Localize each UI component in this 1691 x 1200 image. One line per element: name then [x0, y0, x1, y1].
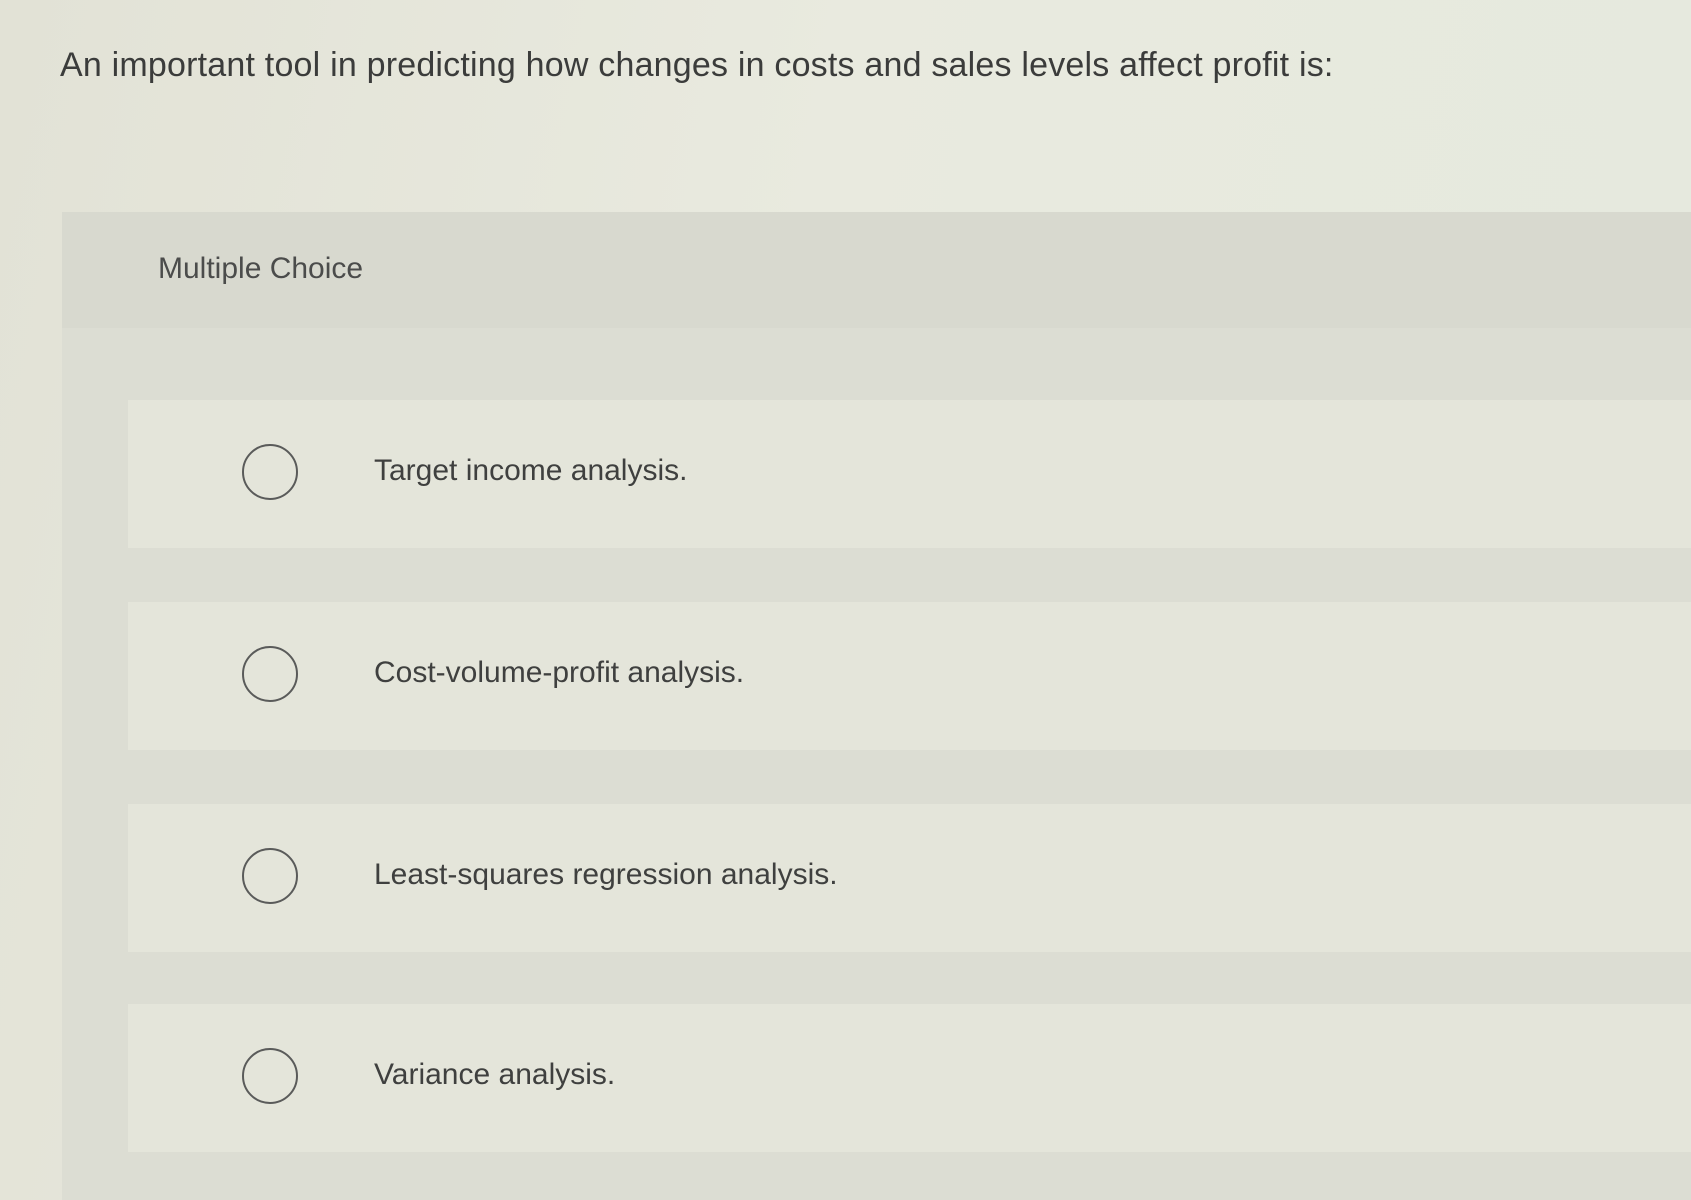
- radio-button-icon[interactable]: [242, 444, 298, 500]
- radio-button-icon[interactable]: [242, 1048, 298, 1104]
- multiple-choice-panel: Multiple Choice Target income analysis. …: [62, 212, 1691, 1200]
- choice-option-label: Least-squares regression analysis.: [374, 858, 838, 891]
- choice-option-label: Cost-volume-profit analysis.: [374, 656, 745, 689]
- choice-option-label: Variance analysis.: [374, 1058, 616, 1091]
- multiple-choice-header: Multiple Choice: [62, 212, 1691, 328]
- radio-button-icon[interactable]: [242, 848, 298, 904]
- radio-button-icon[interactable]: [242, 646, 298, 702]
- question-text: An important tool in predicting how chan…: [60, 46, 1334, 84]
- choice-option-label: Target income analysis.: [374, 454, 688, 487]
- choice-option-3[interactable]: Least-squares regression analysis.: [128, 804, 1691, 952]
- choice-option-2[interactable]: Cost-volume-profit analysis.: [128, 602, 1691, 750]
- quiz-page: An important tool in predicting how chan…: [0, 0, 1691, 1200]
- choice-option-1[interactable]: Target income analysis.: [128, 400, 1691, 548]
- choice-option-4[interactable]: Variance analysis.: [128, 1004, 1691, 1152]
- multiple-choice-label: Multiple Choice: [158, 252, 364, 285]
